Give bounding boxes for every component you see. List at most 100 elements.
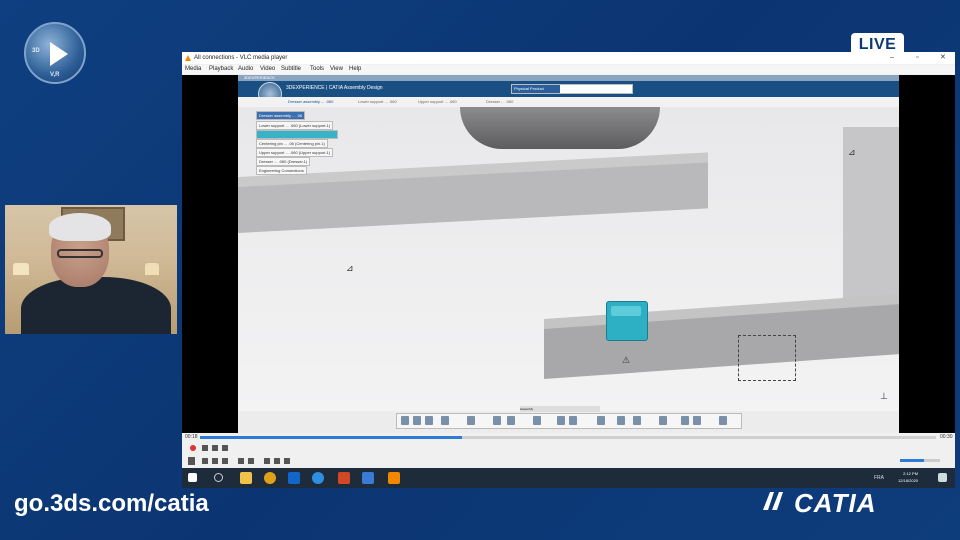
undo-icon[interactable] — [441, 416, 449, 425]
catia-application: 3DEXPERIENCE 3DEXPERIENCE | CATIA Assemb… — [238, 75, 899, 433]
extended-settings-button[interactable] — [248, 458, 254, 464]
loop-ab-button[interactable] — [212, 445, 218, 451]
menu-video[interactable]: Video — [260, 65, 275, 74]
specification-tree[interactable]: Dresser assembly ... .06 Lower support .… — [242, 111, 338, 181]
minimize-button[interactable]: – — [890, 52, 894, 64]
menu-view[interactable]: View — [330, 65, 343, 74]
powerpoint-icon[interactable] — [338, 472, 350, 484]
presenter-hair — [49, 213, 111, 241]
promo-url: go.3ds.com/catia — [14, 490, 209, 517]
fullscreen-button[interactable] — [238, 458, 244, 464]
vlc-window[interactable]: All connections - VLC media player – ▫ ✕… — [182, 52, 955, 488]
measure-icon[interactable] — [597, 416, 605, 425]
presenter-webcam — [5, 205, 177, 334]
render-icon[interactable] — [693, 416, 701, 425]
tools-icon[interactable] — [719, 416, 727, 425]
action-bar-tab[interactable]: Assembly — [520, 406, 600, 412]
presenter-body — [21, 277, 171, 334]
action-bar-tab-label: Assembly — [520, 407, 534, 411]
view-icon[interactable] — [681, 416, 689, 425]
tree-upper-support[interactable]: Upper support ... .060 (Upper support.1) — [256, 148, 334, 157]
cut-icon[interactable] — [401, 416, 409, 425]
presenter-glasses — [57, 249, 103, 258]
pause-button[interactable] — [188, 457, 195, 465]
snap-icon[interactable] — [557, 416, 565, 425]
time-elapsed: 00:18 — [185, 434, 198, 440]
update-icon[interactable] — [467, 416, 475, 425]
seek-bar[interactable] — [200, 436, 936, 439]
search-field[interactable]: Physical Product — [511, 84, 633, 94]
vlc-menu-bar: Media Playback Audio Video Subtitle Tool… — [182, 65, 955, 74]
chrome-icon[interactable] — [264, 472, 276, 484]
logo-3d-label: 3D — [32, 48, 40, 54]
zoom-icon[interactable] — [659, 416, 667, 425]
menu-tools[interactable]: Tools — [310, 65, 324, 74]
play-icon — [50, 42, 68, 66]
language-indicator[interactable]: FRA — [874, 475, 884, 481]
3dexperience-icon[interactable] — [362, 472, 374, 484]
search-icon[interactable] — [214, 473, 223, 482]
centering-pin-part[interactable] — [606, 301, 648, 341]
tree-highlighted-item[interactable] — [256, 130, 338, 139]
stop-button[interactable] — [212, 458, 218, 464]
tab-lower-support[interactable]: Lower support ... .060 — [358, 97, 397, 107]
search-scope[interactable]: Physical Product — [512, 85, 560, 93]
app-title: 3DEXPERIENCE | CATIA Assembly Design — [286, 85, 383, 91]
notification-icon[interactable] — [938, 473, 947, 482]
menu-playback[interactable]: Playback — [209, 65, 233, 74]
dashed-hole-outline — [738, 335, 796, 381]
menu-subtitle[interactable]: Subtitle — [281, 65, 301, 74]
tree-engineering-connections[interactable]: Engineering Connections — [256, 166, 307, 175]
tree-lower-support[interactable]: Lower support ... .060 (Lower support.1) — [256, 121, 334, 130]
axis-icon[interactable] — [617, 416, 625, 425]
windows-start-icon[interactable] — [188, 473, 197, 482]
volume-slider[interactable] — [900, 459, 940, 462]
tree-dresser[interactable]: Dresser ... .060 (Dresser.1) — [256, 157, 311, 166]
tree-centering-pin[interactable]: Centering pin ... .06 (Centering pin.1) — [256, 139, 328, 148]
playlist-button[interactable] — [264, 458, 270, 464]
close-button[interactable]: ✕ — [940, 52, 946, 64]
shuffle-button[interactable] — [284, 458, 290, 464]
tab-upper-support[interactable]: Upper support ... .060 — [418, 97, 457, 107]
frame-step-button[interactable] — [222, 445, 228, 451]
next-button[interactable] — [222, 458, 228, 464]
snapshot-button[interactable] — [202, 445, 208, 451]
maximize-button[interactable]: ▫ — [916, 52, 918, 64]
action-bar[interactable] — [396, 413, 742, 429]
lamp-right — [145, 263, 159, 275]
3ds-logo-icon — [760, 488, 786, 514]
3d-viewport[interactable]: ⊿ ⚠ ⊿ ⊥ — [238, 107, 899, 411]
video-area[interactable]: 3DEXPERIENCE 3DEXPERIENCE | CATIA Assemb… — [182, 75, 955, 433]
system-clock[interactable]: 2:12 PM 12/18/2020 — [898, 470, 918, 484]
outlook-icon[interactable] — [288, 472, 300, 484]
windows-taskbar: FRA 2:12 PM 12/18/2020 — [182, 468, 955, 488]
loop-button[interactable] — [274, 458, 280, 464]
axis-symbol-right-icon: ⊿ — [848, 147, 856, 157]
previous-button[interactable] — [202, 458, 208, 464]
seek-progress — [200, 436, 462, 439]
copy-icon[interactable] — [413, 416, 421, 425]
move-icon[interactable] — [569, 416, 577, 425]
file-explorer-icon[interactable] — [240, 472, 252, 484]
compass-axis-icon: ⊥ — [880, 391, 888, 401]
vlc-taskbar-icon[interactable] — [388, 472, 400, 484]
insert-icon[interactable] — [493, 416, 501, 425]
tree-root[interactable]: Dresser assembly ... .06 — [256, 111, 306, 120]
clock-date: 12/18/2020 — [898, 478, 919, 483]
vlc-title-bar[interactable]: All connections - VLC media player – ▫ ✕ — [182, 52, 955, 64]
3dexperience-compass-logo: 3D V,R — [24, 22, 86, 84]
catia-top-bar: 3DEXPERIENCE | CATIA Assembly Design Phy… — [238, 81, 899, 97]
menu-help[interactable]: Help — [349, 65, 361, 74]
paste-icon[interactable] — [425, 416, 433, 425]
vlc-cone-icon — [185, 55, 191, 61]
section-icon[interactable] — [633, 416, 641, 425]
clock-time: 2:12 PM — [903, 471, 919, 476]
record-button[interactable] — [190, 445, 196, 451]
edge-icon[interactable] — [312, 472, 324, 484]
constraint-icon[interactable] — [533, 416, 541, 425]
menu-media[interactable]: Media — [185, 65, 201, 74]
menu-audio[interactable]: Audio — [238, 65, 253, 74]
product-icon[interactable] — [507, 416, 515, 425]
logo-vr-label: V,R — [50, 72, 60, 78]
tab-dresser[interactable]: Dresser ... .060 — [486, 97, 513, 107]
